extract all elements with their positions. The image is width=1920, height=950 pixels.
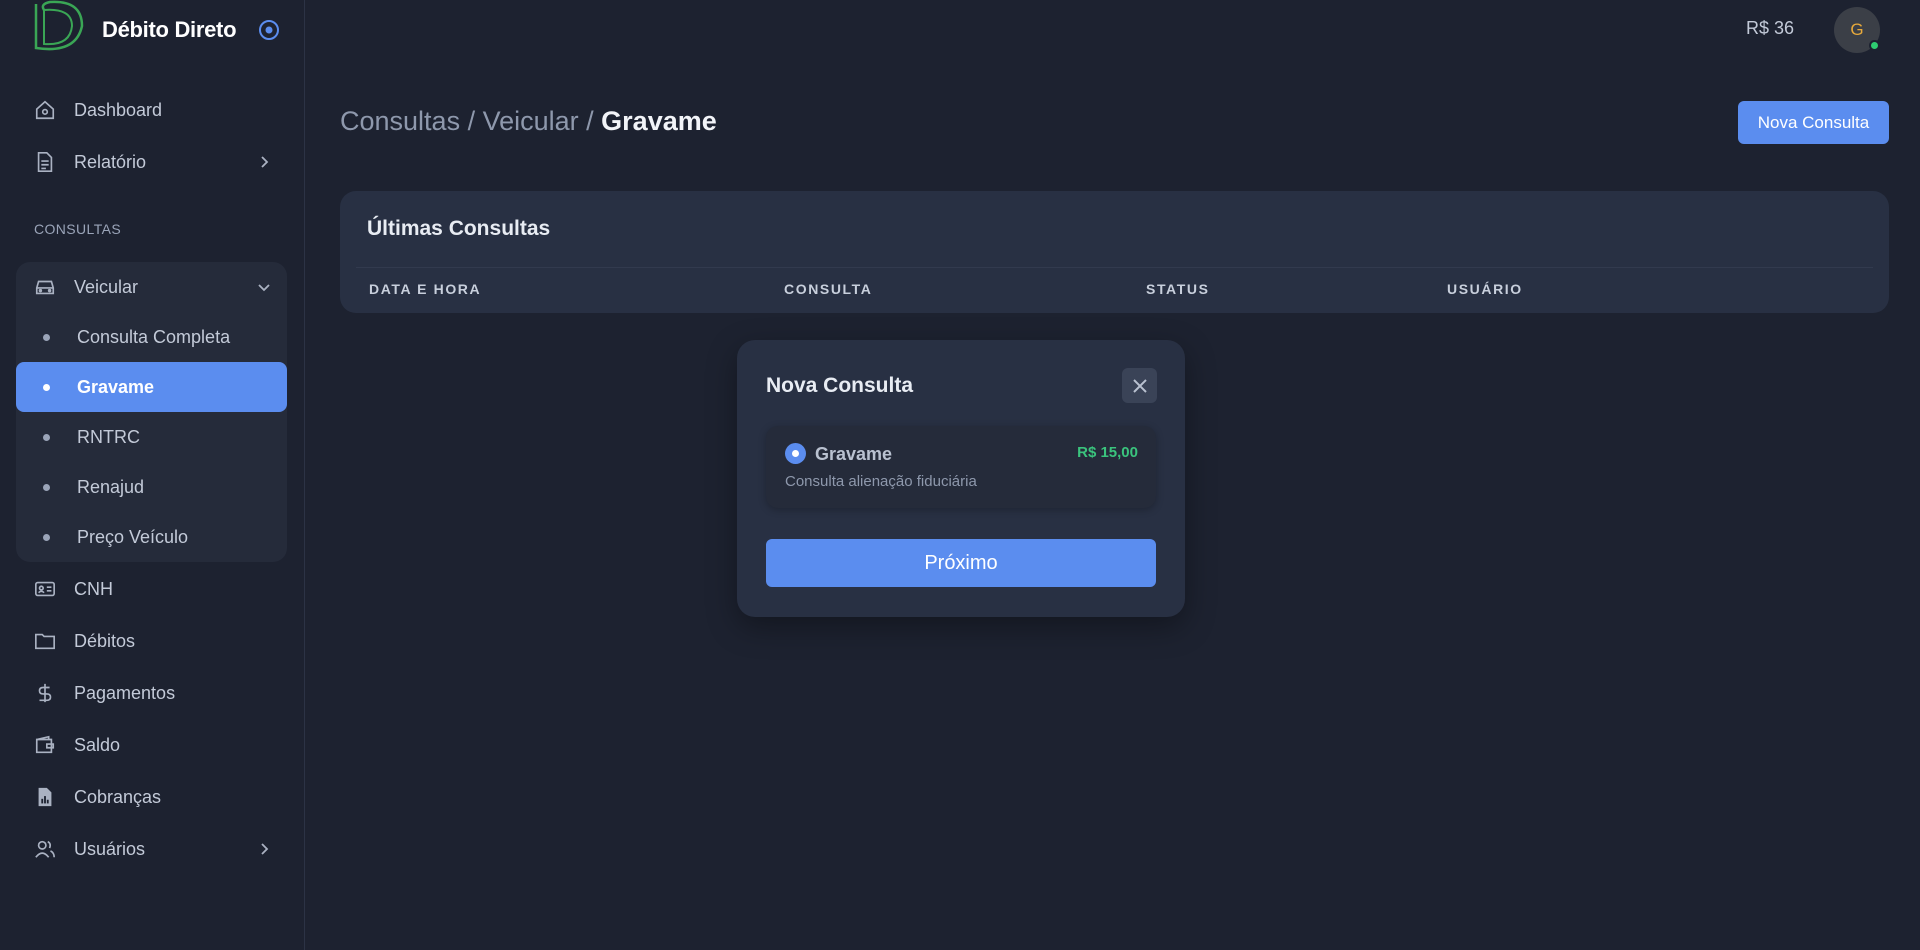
ultimas-consultas-card: Últimas Consultas DATA E HORA CONSULTA S… — [340, 191, 1889, 313]
wallet-icon — [34, 734, 56, 756]
sidebar-item-label: Dashboard — [74, 99, 163, 120]
sidebar-subitem-preco-veiculo[interactable]: Preço Veículo — [16, 512, 287, 562]
target-icon[interactable] — [258, 19, 280, 41]
breadcrumb: Consultas / Veicular / Gravame — [340, 106, 717, 137]
home-icon — [34, 99, 56, 121]
modal-title: Nova Consulta — [766, 374, 914, 397]
bullet-icon — [43, 483, 50, 491]
sidebar-group-veicular: Veicular Consulta Completa Gravame RNTRC… — [16, 262, 287, 562]
close-button[interactable] — [1122, 368, 1157, 403]
sidebar-item-label: Relatório — [74, 151, 147, 172]
sidebar-item-cnh[interactable]: CNH — [16, 564, 287, 614]
option-name: Gravame — [815, 444, 893, 464]
sidebar-subitem-renajud[interactable]: Renajud — [16, 462, 287, 512]
section-label-consultas: CONSULTAS — [34, 221, 122, 237]
sidebar-subitem-label: RNTRC — [77, 426, 140, 447]
sidebar-item-relatorio[interactable]: Relatório — [16, 137, 287, 187]
sidebar-item-label: CNH — [74, 578, 113, 599]
column-header-status[interactable]: STATUS — [1146, 281, 1210, 297]
logo[interactable]: Débito Direto — [30, 0, 280, 60]
sidebar-subitem-rntrc[interactable]: RNTRC — [16, 412, 287, 462]
breadcrumb-separator: / — [578, 106, 602, 136]
proximo-button[interactable]: Próximo — [766, 539, 1156, 587]
column-header-usuario[interactable]: USUÁRIO — [1447, 281, 1523, 297]
sidebar-item-label: Saldo — [74, 734, 121, 755]
avatar[interactable]: G — [1834, 7, 1880, 53]
app-name: Débito Direto — [102, 17, 237, 42]
id-card-icon — [34, 578, 56, 600]
sidebar-item-label: Pagamentos — [74, 682, 176, 703]
nova-consulta-button[interactable]: Nova Consulta — [1738, 101, 1889, 144]
card-title: Últimas Consultas — [367, 217, 551, 240]
breadcrumb-current: Gravame — [601, 106, 717, 136]
sidebar-item-usuarios[interactable]: Usuários — [16, 824, 287, 874]
option-price: R$ 15,00 — [1077, 444, 1138, 461]
users-icon — [34, 838, 56, 860]
chevron-right-icon — [261, 156, 269, 168]
sidebar-item-label: Débitos — [74, 630, 136, 651]
option-description: Consulta alienação fiduciária — [785, 473, 977, 490]
car-icon — [34, 276, 56, 298]
breadcrumb-consultas[interactable]: Consultas — [340, 106, 460, 136]
sidebar-item-cobrancas[interactable]: Cobranças — [16, 772, 287, 822]
breadcrumb-veicular[interactable]: Veicular — [483, 106, 579, 136]
document-icon — [34, 151, 56, 173]
bullet-icon — [43, 333, 50, 341]
column-header-data-hora[interactable]: DATA E HORA — [369, 281, 481, 297]
bullet-icon — [43, 433, 50, 441]
breadcrumb-separator: / — [460, 106, 483, 136]
sidebar-item-label: Usuários — [74, 838, 146, 859]
sidebar-item-saldo[interactable]: Saldo — [16, 720, 287, 770]
sidebar-subitem-consulta-completa[interactable]: Consulta Completa — [16, 312, 287, 362]
sidebar-subitem-label: Gravame — [77, 376, 155, 397]
sidebar-item-label: Veicular — [74, 276, 139, 297]
sidebar-item-label: Cobranças — [74, 786, 162, 807]
bullet-icon — [43, 533, 50, 541]
option-radio[interactable] — [785, 443, 806, 464]
sidebar-subitem-label: Renajud — [77, 476, 145, 497]
balance-display: R$ 36 — [1746, 18, 1795, 38]
sidebar-subitem-gravame[interactable]: Gravame — [16, 362, 287, 412]
close-icon — [1132, 378, 1147, 393]
divider — [356, 267, 1873, 268]
invoice-icon — [34, 786, 56, 808]
avatar-initial: G — [1850, 20, 1864, 39]
online-status-indicator — [1869, 40, 1880, 51]
folder-icon — [34, 630, 56, 652]
nova-consulta-modal: Nova Consulta Gravame R$ 15,00 Consulta … — [737, 340, 1185, 617]
sidebar-item-dashboard[interactable]: Dashboard — [16, 85, 287, 135]
sidebar: Débito Direto Dashboard Relatório CONSUL… — [0, 0, 305, 950]
chevron-right-icon — [261, 843, 269, 855]
dollar-icon — [34, 682, 56, 704]
chevron-down-icon — [258, 284, 270, 292]
sidebar-item-pagamentos[interactable]: Pagamentos — [16, 668, 287, 718]
sidebar-subitem-label: Preço Veículo — [77, 526, 189, 547]
sidebar-item-debitos[interactable]: Débitos — [16, 616, 287, 666]
consulta-option-gravame[interactable]: Gravame R$ 15,00 Consulta alienação fidu… — [766, 426, 1156, 508]
sidebar-subitem-label: Consulta Completa — [77, 326, 231, 347]
column-header-consulta[interactable]: CONSULTA — [784, 281, 873, 297]
bullet-icon — [43, 383, 50, 391]
brand-logo-icon — [34, 0, 84, 51]
sidebar-item-veicular[interactable]: Veicular — [16, 262, 287, 312]
